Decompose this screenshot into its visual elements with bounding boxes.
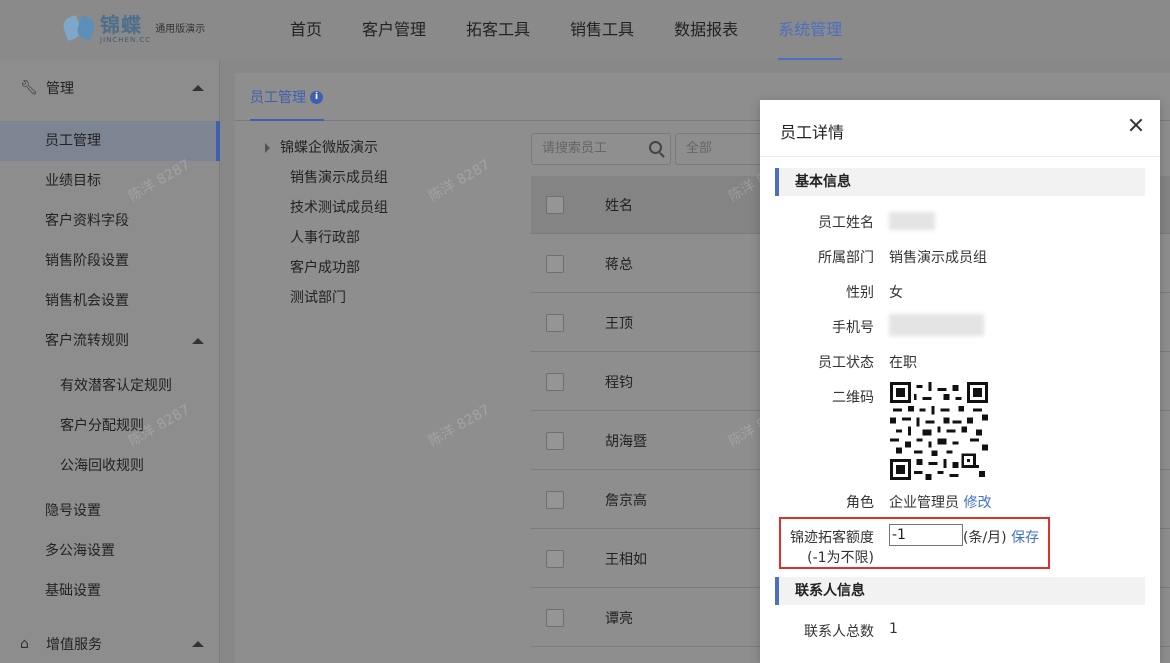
nav-data-reports[interactable]: 数据报表 <box>654 0 758 60</box>
row-name: 蒋总 <box>605 257 633 273</box>
tree-node[interactable]: 人事行政部 <box>255 223 505 253</box>
row-name: 王顶 <box>605 316 633 332</box>
quota-unit: (条/月) <box>963 530 1007 546</box>
qr-code-image[interactable] <box>890 382 988 480</box>
sidebar-item-basic-settings[interactable]: 基础设置 <box>0 571 220 611</box>
quota-unit-field: (条/月) 保存 <box>963 527 1039 547</box>
gender-value: 女 <box>889 285 903 301</box>
row-checkbox[interactable] <box>546 432 564 450</box>
sidebar-group-value-added[interactable]: ⌂ 增值服务 <box>0 619 220 663</box>
staff-name-redacted <box>889 212 935 230</box>
sidebar-item-sales-stage[interactable]: 销售阶段设置 <box>0 241 220 281</box>
section-contact-info: 联系人信息 <box>775 577 1145 605</box>
quota-input[interactable] <box>889 524 963 546</box>
row-checkbox[interactable] <box>546 491 564 509</box>
close-icon[interactable] <box>1126 116 1146 136</box>
save-quota-link[interactable]: 保存 <box>1011 530 1039 546</box>
label-quota-hint: (-1为不限) <box>807 550 874 566</box>
filter-select[interactable]: 全部 <box>675 133 765 165</box>
label-staff-name: 员工姓名 <box>818 215 874 231</box>
search-placeholder: 请搜索员工 <box>542 141 608 156</box>
sidebar-item-assignment-rules[interactable]: 客户分配规则 <box>0 406 220 446</box>
sidebar-item-label: 客户流转规则 <box>45 333 129 349</box>
row-checkbox[interactable] <box>546 314 564 332</box>
row-checkbox[interactable] <box>546 609 564 627</box>
top-navigation-bar: 锦蝶 JINCHEN.CC 通用版演示 首页 客户管理 拓客工具 销售工具 数据… <box>0 0 1170 60</box>
tree-root[interactable]: 锦蝶企微版演示 <box>255 133 505 163</box>
logo-name: 锦蝶 <box>100 12 142 37</box>
tab-underline <box>250 119 324 121</box>
caret-right-icon[interactable] <box>265 143 270 153</box>
dialog-title: 员工详情 <box>780 123 845 142</box>
contact-total-value: 1 <box>889 621 898 637</box>
tree-node[interactable]: 销售演示成员组 <box>255 163 505 193</box>
page-title-text: 员工管理 <box>250 90 306 106</box>
butterfly-logo-icon <box>60 14 98 43</box>
row-name: 程钧 <box>605 375 633 391</box>
logo-domain: JINCHEN.CC <box>100 35 152 44</box>
nav-system-management[interactable]: 系统管理 <box>758 0 862 60</box>
row-name: 詹京高 <box>605 493 647 509</box>
department-tree: 锦蝶企微版演示 销售演示成员组 技术测试成员组 人事行政部 客户成功部 测试部门 <box>255 133 505 313</box>
label-phone: 手机号 <box>832 320 874 336</box>
page-title[interactable]: 员工管理 i <box>250 87 323 107</box>
tree-node[interactable]: 测试部门 <box>255 283 505 313</box>
label-department: 所属部门 <box>818 250 874 266</box>
row-name: 王相如 <box>605 552 647 568</box>
caret-up-icon <box>192 85 204 91</box>
select-all-checkbox[interactable] <box>546 196 564 214</box>
sidebar-item-customer-flow-rules[interactable]: 客户流转规则 <box>0 321 220 361</box>
info-icon[interactable]: i <box>310 90 323 104</box>
brand-logo[interactable]: 锦蝶 JINCHEN.CC 通用版演示 <box>60 12 206 46</box>
sidebar-item-performance-goals[interactable]: 业绩目标 <box>0 161 220 201</box>
row-name: 胡海暨 <box>605 434 647 450</box>
label-gender: 性别 <box>846 285 874 301</box>
home-icon: ⌂ <box>20 636 29 652</box>
sidebar-item-customer-fields[interactable]: 客户资料字段 <box>0 201 220 241</box>
row-checkbox[interactable] <box>546 550 564 568</box>
department-value: 销售演示成员组 <box>889 250 987 266</box>
search-input[interactable]: 请搜索员工 <box>531 133 671 165</box>
label-role: 角色 <box>846 495 874 511</box>
caret-up-icon <box>192 338 204 344</box>
sidebar-item-pool-recycle-rules[interactable]: 公海回收规则 <box>0 446 220 486</box>
section-basic-info: 基本信息 <box>775 168 1145 196</box>
role-value: 企业管理员 <box>889 495 959 511</box>
sidebar-item-hidden-number[interactable]: 隐号设置 <box>0 491 220 531</box>
sidebar-group-label: 增值服务 <box>46 637 102 653</box>
sidebar-group-label: 管理 <box>46 81 74 97</box>
label-status: 员工状态 <box>818 355 874 371</box>
column-name-header: 姓名 <box>605 198 633 214</box>
phone-redacted <box>889 314 984 336</box>
sidebar: 🔧︎ 管理 员工管理 业绩目标 客户资料字段 销售阶段设置 销售机会设置 客户流… <box>0 60 220 663</box>
row-name: 谭亮 <box>605 611 633 627</box>
row-checkbox[interactable] <box>546 255 564 273</box>
nav-sales-tools[interactable]: 销售工具 <box>550 0 654 60</box>
label-qr-code: 二维码 <box>832 390 874 406</box>
row-checkbox[interactable] <box>546 373 564 391</box>
sidebar-group-manage[interactable]: 🔧︎ 管理 <box>0 63 220 113</box>
nav-prospecting-tools[interactable]: 拓客工具 <box>446 0 550 60</box>
wrench-icon: 🔧︎ <box>20 80 38 96</box>
sidebar-item-valid-lead-rules[interactable]: 有效潜客认定规则 <box>0 366 220 406</box>
sidebar-item-multi-pool[interactable]: 多公海设置 <box>0 531 220 571</box>
nav-customer-management[interactable]: 客户管理 <box>342 0 446 60</box>
staff-detail-dialog: 员工详情 基本信息 员工姓名 所属部门 销售演示成员组 性别 女 手机号 员工状… <box>760 100 1160 663</box>
caret-up-icon <box>192 641 204 647</box>
tree-root-label: 锦蝶企微版演示 <box>280 140 378 156</box>
tree-node[interactable]: 技术测试成员组 <box>255 193 505 223</box>
label-quota: 锦迹拓客额度 <box>790 530 874 546</box>
label-contact-total: 联系人总数 <box>804 624 874 640</box>
nav-home[interactable]: 首页 <box>270 0 342 60</box>
main-nav: 首页 客户管理 拓客工具 销售工具 数据报表 系统管理 <box>270 0 862 60</box>
dialog-header: 员工详情 <box>760 100 1160 157</box>
sidebar-item-sales-opportunity[interactable]: 销售机会设置 <box>0 281 220 321</box>
role-field: 企业管理员 修改 <box>889 492 991 512</box>
sidebar-item-staff-management[interactable]: 员工管理 <box>0 121 220 161</box>
edit-role-link[interactable]: 修改 <box>963 495 991 511</box>
status-value: 在职 <box>889 355 917 371</box>
logo-edition: 通用版演示 <box>155 23 206 35</box>
tree-node[interactable]: 客户成功部 <box>255 253 505 283</box>
search-icon[interactable] <box>649 141 662 154</box>
